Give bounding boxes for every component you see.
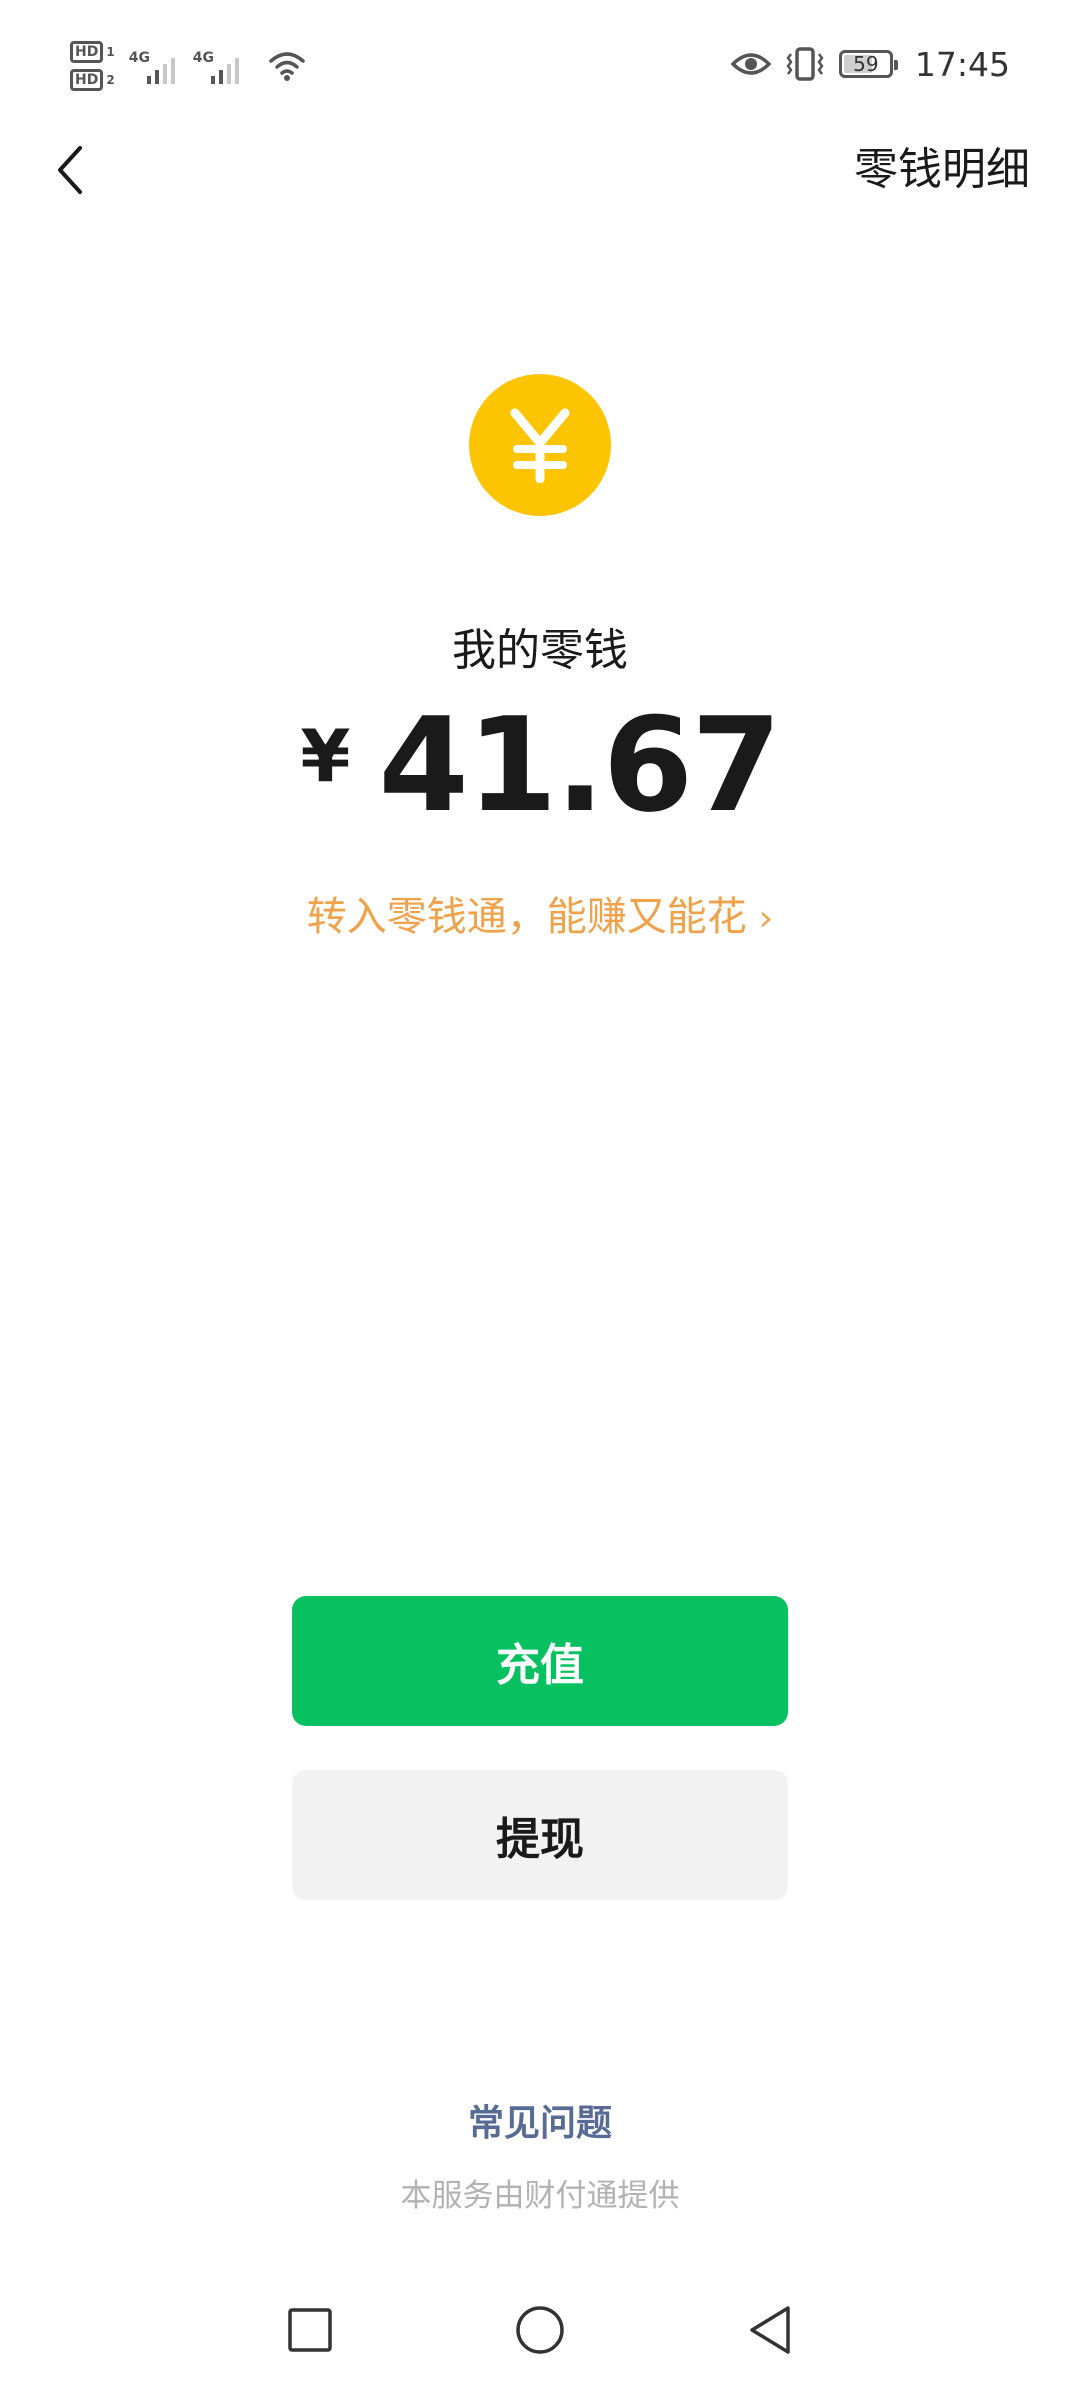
eye-icon (730, 53, 771, 75)
signal-bars-2-icon (210, 58, 239, 84)
yuan-icon (510, 408, 570, 483)
signal-sim1: 4G (129, 44, 183, 88)
back-button[interactable] (30, 130, 110, 210)
circle-icon (516, 2306, 564, 2354)
sim1-hd-label: HD (70, 41, 104, 63)
status-bar-left: HD 1 HD 2 4G 4G (70, 36, 307, 96)
sim1-hd-badge: HD 1 (70, 41, 115, 63)
system-navigation-bar (0, 2290, 1080, 2388)
square-icon (288, 2308, 332, 2352)
battery-level: 59 (853, 52, 879, 76)
sim1-index: 1 (106, 45, 115, 59)
signal-sim2: 4G (193, 44, 247, 88)
sim2-hd-label: HD (70, 69, 104, 91)
provider-note: 本服务由财付通提供 (400, 2178, 680, 2214)
recent-apps-button[interactable] (270, 2290, 350, 2370)
sim-indicators: HD 1 HD 2 (70, 41, 115, 91)
status-bar: HD 1 HD 2 4G 4G 59 17:45 (0, 0, 1080, 130)
currency-sign: ¥ (300, 714, 351, 798)
balance-title: 我的零钱 (452, 625, 628, 676)
chevron-left-icon (58, 146, 82, 194)
faq-link[interactable]: 常见问题 (0, 2094, 1080, 2146)
signal-bars-1-icon (146, 58, 175, 84)
coin-icon (469, 374, 611, 516)
status-bar-right: 59 17:45 (730, 42, 1010, 86)
sim2-hd-badge: HD 2 (70, 69, 115, 91)
status-time: 17:45 (914, 44, 1010, 84)
system-back-button[interactable] (730, 2290, 810, 2370)
topup-button[interactable]: 充值 (292, 1596, 788, 1726)
battery-indicator: 59 (838, 50, 898, 78)
withdraw-button[interactable]: 提现 (292, 1770, 788, 1900)
lingqiantong-promo-link[interactable]: 转入零钱通，能赚又能花 › (0, 884, 1080, 942)
balance-details-link[interactable]: 零钱明细 (854, 136, 1030, 204)
vibrate-icon (786, 47, 824, 81)
balance-amount: 41.67 (378, 689, 781, 841)
nav-bar: 零钱明细 (0, 130, 1080, 250)
sim2-index: 2 (106, 73, 115, 87)
home-button[interactable] (500, 2290, 580, 2370)
promo-text: 转入零钱通，能赚又能花 (306, 894, 747, 940)
triangle-left-icon (750, 2306, 790, 2354)
wifi-icon (268, 52, 305, 81)
chevron-right-icon: › (758, 898, 774, 939)
balance-amount-row: ¥ 41.67 (0, 690, 1080, 840)
